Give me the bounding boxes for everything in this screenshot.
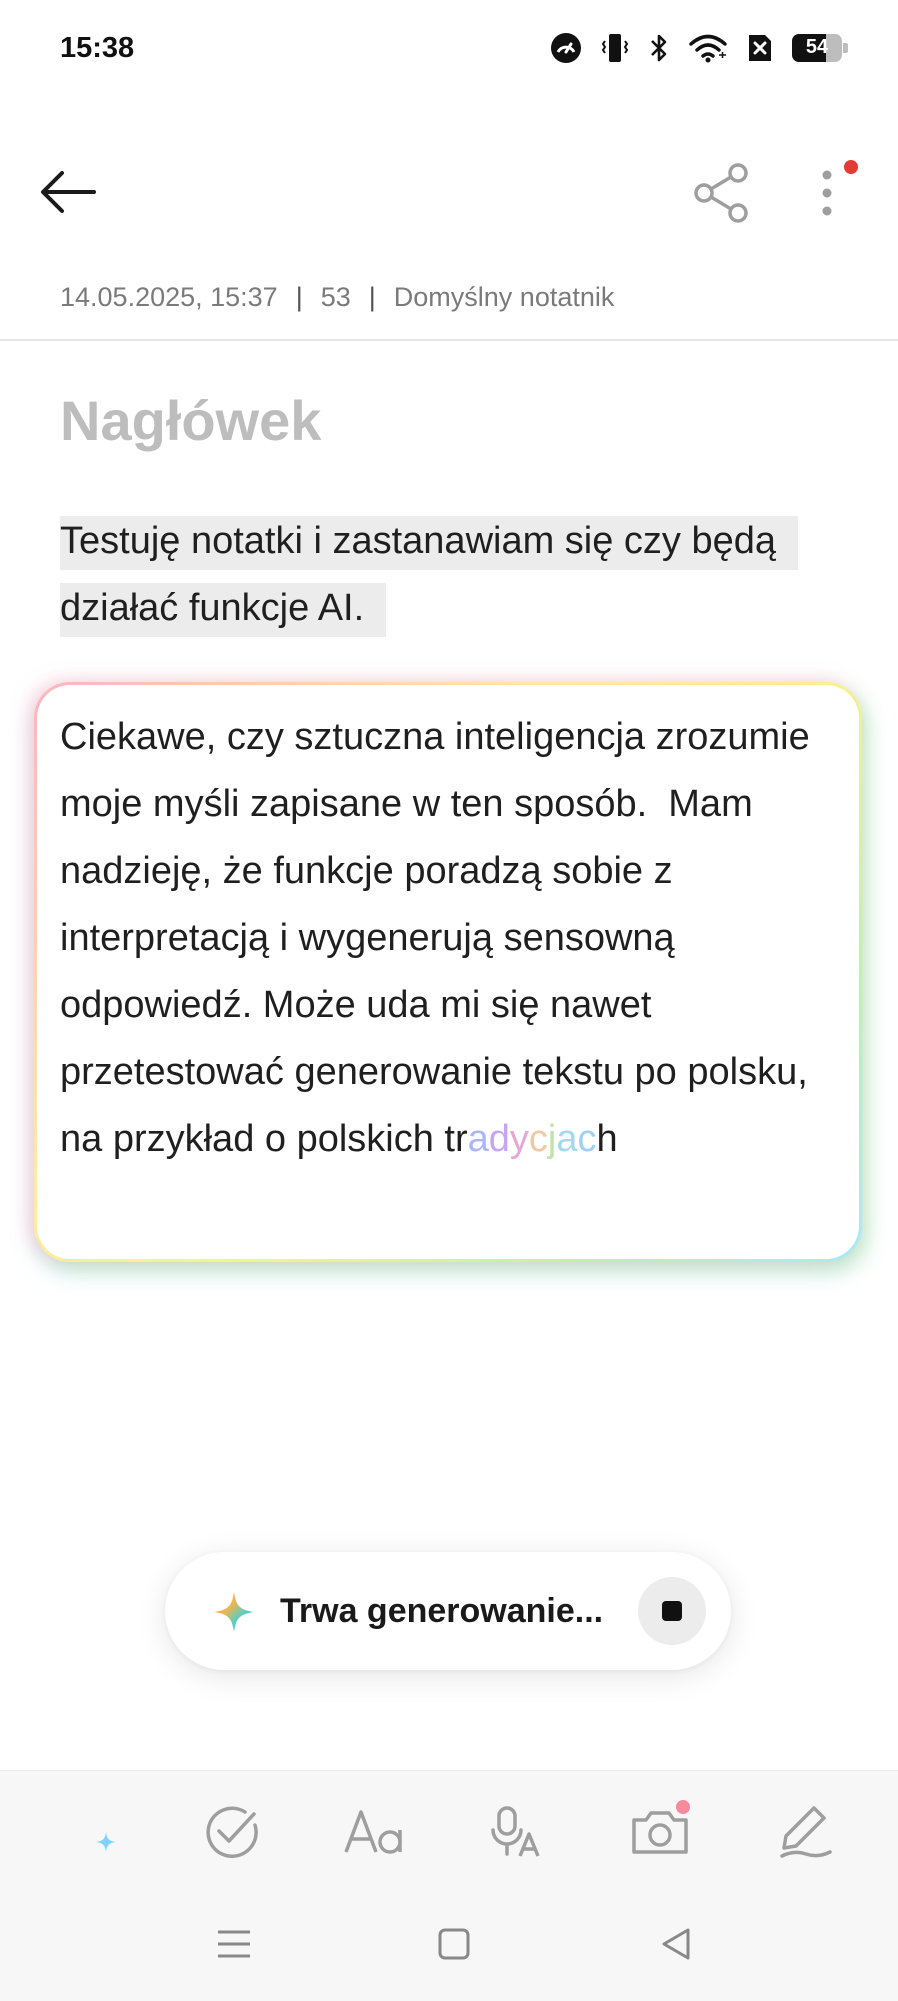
meta-separator: | [295, 282, 303, 312]
vibrate-icon [601, 34, 629, 62]
note-body[interactable]: Testuję notatki i zastanawiam się czy bę… [60, 508, 799, 642]
checklist-button[interactable] [200, 1800, 264, 1864]
note-heading-placeholder[interactable]: Nagłówek [60, 388, 321, 453]
share-button[interactable] [690, 160, 754, 224]
fading-char: a [556, 1118, 578, 1160]
battery-icon: 54 [792, 34, 848, 62]
status-icons: 54 [550, 32, 848, 64]
voice-to-text-button[interactable] [484, 1800, 548, 1864]
arrow-left-icon [41, 171, 96, 213]
pen-icon [780, 1806, 832, 1858]
generation-label: Trwa generowanie... [280, 1592, 604, 1630]
fading-char: c [528, 1118, 548, 1160]
bluetooth-icon [651, 34, 667, 62]
sim-x-icon [749, 35, 771, 61]
note-char-count: 53 [320, 282, 351, 312]
more-options-button[interactable] [800, 160, 858, 224]
nav-menu-button[interactable] [214, 1924, 254, 1964]
fading-char: c [577, 1118, 597, 1160]
fading-char: y [509, 1118, 529, 1160]
nav-home-button[interactable] [434, 1924, 474, 1964]
fading-char: a [467, 1118, 489, 1160]
home-icon [438, 1928, 470, 1960]
bottom-toolbar [0, 1770, 898, 2001]
battery-level: 54 [805, 36, 829, 58]
text-format-icon [344, 1810, 402, 1854]
camera-notification-dot [676, 1800, 690, 1814]
fading-char: h [596, 1118, 618, 1160]
text-format-button[interactable] [342, 1800, 406, 1864]
stop-icon [662, 1601, 682, 1621]
note-notebook[interactable]: Domyślny notatnik [394, 282, 615, 313]
note-meta: 14.05.2025, 15:37 | 53 | Domyślny notatn… [60, 282, 614, 313]
ai-text-main: Ciekawe, czy sztuczna inteligencja zrozu… [60, 716, 821, 1160]
fading-char: d [488, 1118, 510, 1160]
header-divider [0, 339, 898, 341]
menu-icon [218, 1930, 250, 1958]
selected-text[interactable]: Testuję notatki i zastanawiam się czy bę… [60, 516, 799, 637]
note-datetime: 14.05.2025, 15:37 [60, 282, 278, 312]
nav-back-button[interactable] [656, 1924, 696, 1964]
ai-assist-icon [66, 1816, 116, 1852]
pen-button[interactable] [774, 1800, 838, 1864]
speedometer-icon [551, 33, 581, 63]
ai-result-text: Ciekawe, czy sztuczna inteligencja zrozu… [60, 704, 850, 1173]
share-icon [694, 163, 748, 223]
ai-assist-button[interactable] [58, 1800, 122, 1864]
meta-separator: | [368, 282, 376, 312]
status-time: 15:38 [60, 32, 135, 64]
back-button[interactable] [36, 160, 100, 224]
checklist-icon [206, 1806, 258, 1858]
stop-generation-button[interactable] [638, 1577, 706, 1645]
ai-text-fading: adycjach [468, 1118, 618, 1160]
wifi-icon [689, 34, 727, 63]
notification-dot [844, 160, 858, 174]
ai-sparkle-icon [214, 1592, 254, 1632]
camera-button[interactable] [628, 1800, 692, 1864]
back-triangle-icon [662, 1928, 690, 1960]
voice-to-text-icon [491, 1806, 540, 1857]
